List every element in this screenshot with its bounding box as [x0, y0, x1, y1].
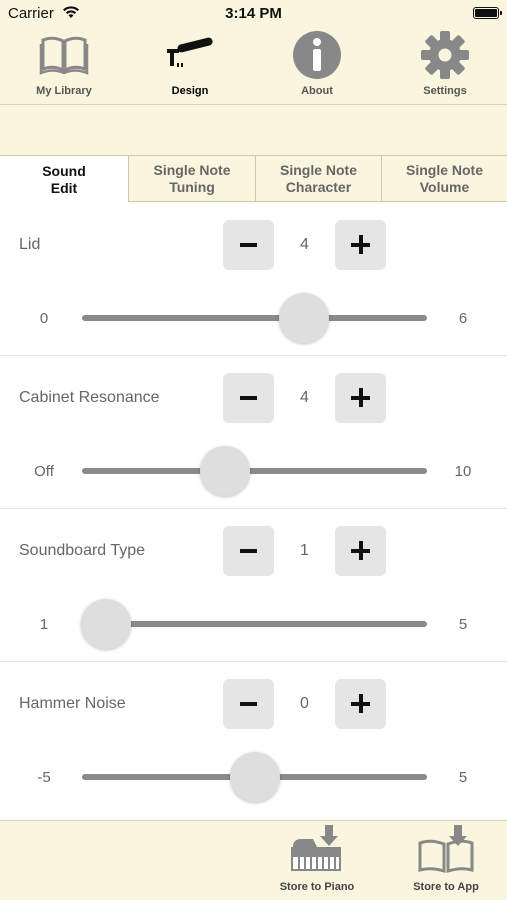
- param-label: Lid: [19, 236, 41, 253]
- tab-single-note-character[interactable]: Single Note Character: [255, 155, 381, 202]
- store-to-piano-button[interactable]: Store to Piano: [262, 821, 372, 901]
- slider-thumb[interactable]: [279, 293, 329, 343]
- slider-thumb[interactable]: [81, 599, 131, 649]
- tab-single-note-tuning-label: Single Note Tuning: [153, 161, 231, 195]
- tab-sound-edit[interactable]: Sound Edit: [0, 155, 128, 203]
- param-value: 1: [300, 542, 309, 559]
- book-download-icon: [418, 825, 474, 874]
- battery-icon: [473, 7, 502, 19]
- top-bar: Carrier 3:14 PM My Library Design About …: [0, 0, 507, 155]
- param-value: 4: [300, 389, 309, 406]
- nav-about[interactable]: About: [267, 28, 367, 104]
- slider-track[interactable]: [82, 293, 427, 343]
- param-soundboard-type: Soundboard Type 1 1 5: [0, 509, 507, 662]
- increment-button[interactable]: [335, 526, 386, 576]
- bottom-toolbar: Store to Piano Store to App: [0, 820, 507, 900]
- slider-min-label: Off: [34, 463, 54, 480]
- gear-icon: [421, 31, 469, 79]
- param-cabinet-resonance: Cabinet Resonance 4 Off 10: [0, 356, 507, 509]
- decrement-button[interactable]: [223, 526, 274, 576]
- decrement-button[interactable]: [223, 373, 274, 423]
- slider-thumb[interactable]: [229, 752, 280, 802]
- nav-design-label: Design: [171, 85, 209, 97]
- nav-settings[interactable]: Settings: [395, 28, 495, 104]
- slider-max-label: 5: [458, 769, 468, 786]
- slider-min-label: 1: [39, 616, 49, 633]
- tab-single-note-tuning[interactable]: Single Note Tuning: [128, 155, 255, 202]
- nav-settings-label: Settings: [423, 85, 467, 97]
- slider-min-label: -5: [37, 769, 51, 786]
- slider-track[interactable]: [82, 752, 427, 802]
- sound-edit-panel: Lid 4 0 6 Cabinet Resonance 4 Off 10 Sou…: [0, 203, 507, 820]
- tab-bar: Sound Edit Single Note Tuning Single Not…: [0, 155, 507, 203]
- param-lid: Lid 4 0 6: [0, 203, 507, 356]
- param-label: Hammer Noise: [19, 695, 126, 712]
- nav-design[interactable]: Design: [140, 28, 240, 104]
- decrement-button[interactable]: [223, 220, 274, 270]
- store-to-app-label: Store to App: [413, 881, 479, 893]
- status-bar: Carrier 3:14 PM: [0, 0, 507, 28]
- slider-max-label: 5: [458, 616, 468, 633]
- slider-max-label: 10: [454, 463, 472, 480]
- param-label: Soundboard Type: [19, 542, 146, 559]
- nav-my-library-label: My Library: [36, 85, 92, 97]
- slider-min-label: 0: [39, 310, 49, 327]
- param-value: 4: [300, 236, 309, 253]
- main-nav: My Library Design About Settings: [0, 28, 507, 105]
- book-icon: [39, 36, 89, 75]
- param-label: Cabinet Resonance: [19, 389, 160, 406]
- increment-button[interactable]: [335, 373, 386, 423]
- slider-track[interactable]: [81, 599, 427, 649]
- clock: 3:14 PM: [225, 5, 282, 22]
- increment-button[interactable]: [335, 220, 386, 270]
- increment-button[interactable]: [335, 679, 386, 729]
- piano-download-icon: [291, 825, 341, 871]
- info-icon: [293, 31, 341, 79]
- tab-single-note-character-label: Single Note Character: [279, 161, 357, 195]
- store-to-piano-label: Store to Piano: [279, 881, 355, 893]
- param-value: 0: [300, 695, 309, 712]
- slider-track[interactable]: [82, 446, 427, 496]
- param-hammer-noise: Hammer Noise 0 -5 5: [0, 662, 507, 815]
- slider-thumb[interactable]: [199, 446, 250, 496]
- store-to-app-button[interactable]: Store to App: [391, 821, 501, 901]
- tab-sound-edit-label: Sound Edit: [42, 162, 86, 196]
- tab-single-note-volume[interactable]: Single Note Volume: [381, 155, 507, 202]
- nav-my-library[interactable]: My Library: [14, 28, 114, 104]
- nav-about-label: About: [301, 85, 333, 97]
- tab-single-note-volume-label: Single Note Volume: [405, 161, 483, 195]
- decrement-button[interactable]: [223, 679, 274, 729]
- hammer-icon: [167, 37, 213, 67]
- slider-max-label: 6: [458, 310, 468, 327]
